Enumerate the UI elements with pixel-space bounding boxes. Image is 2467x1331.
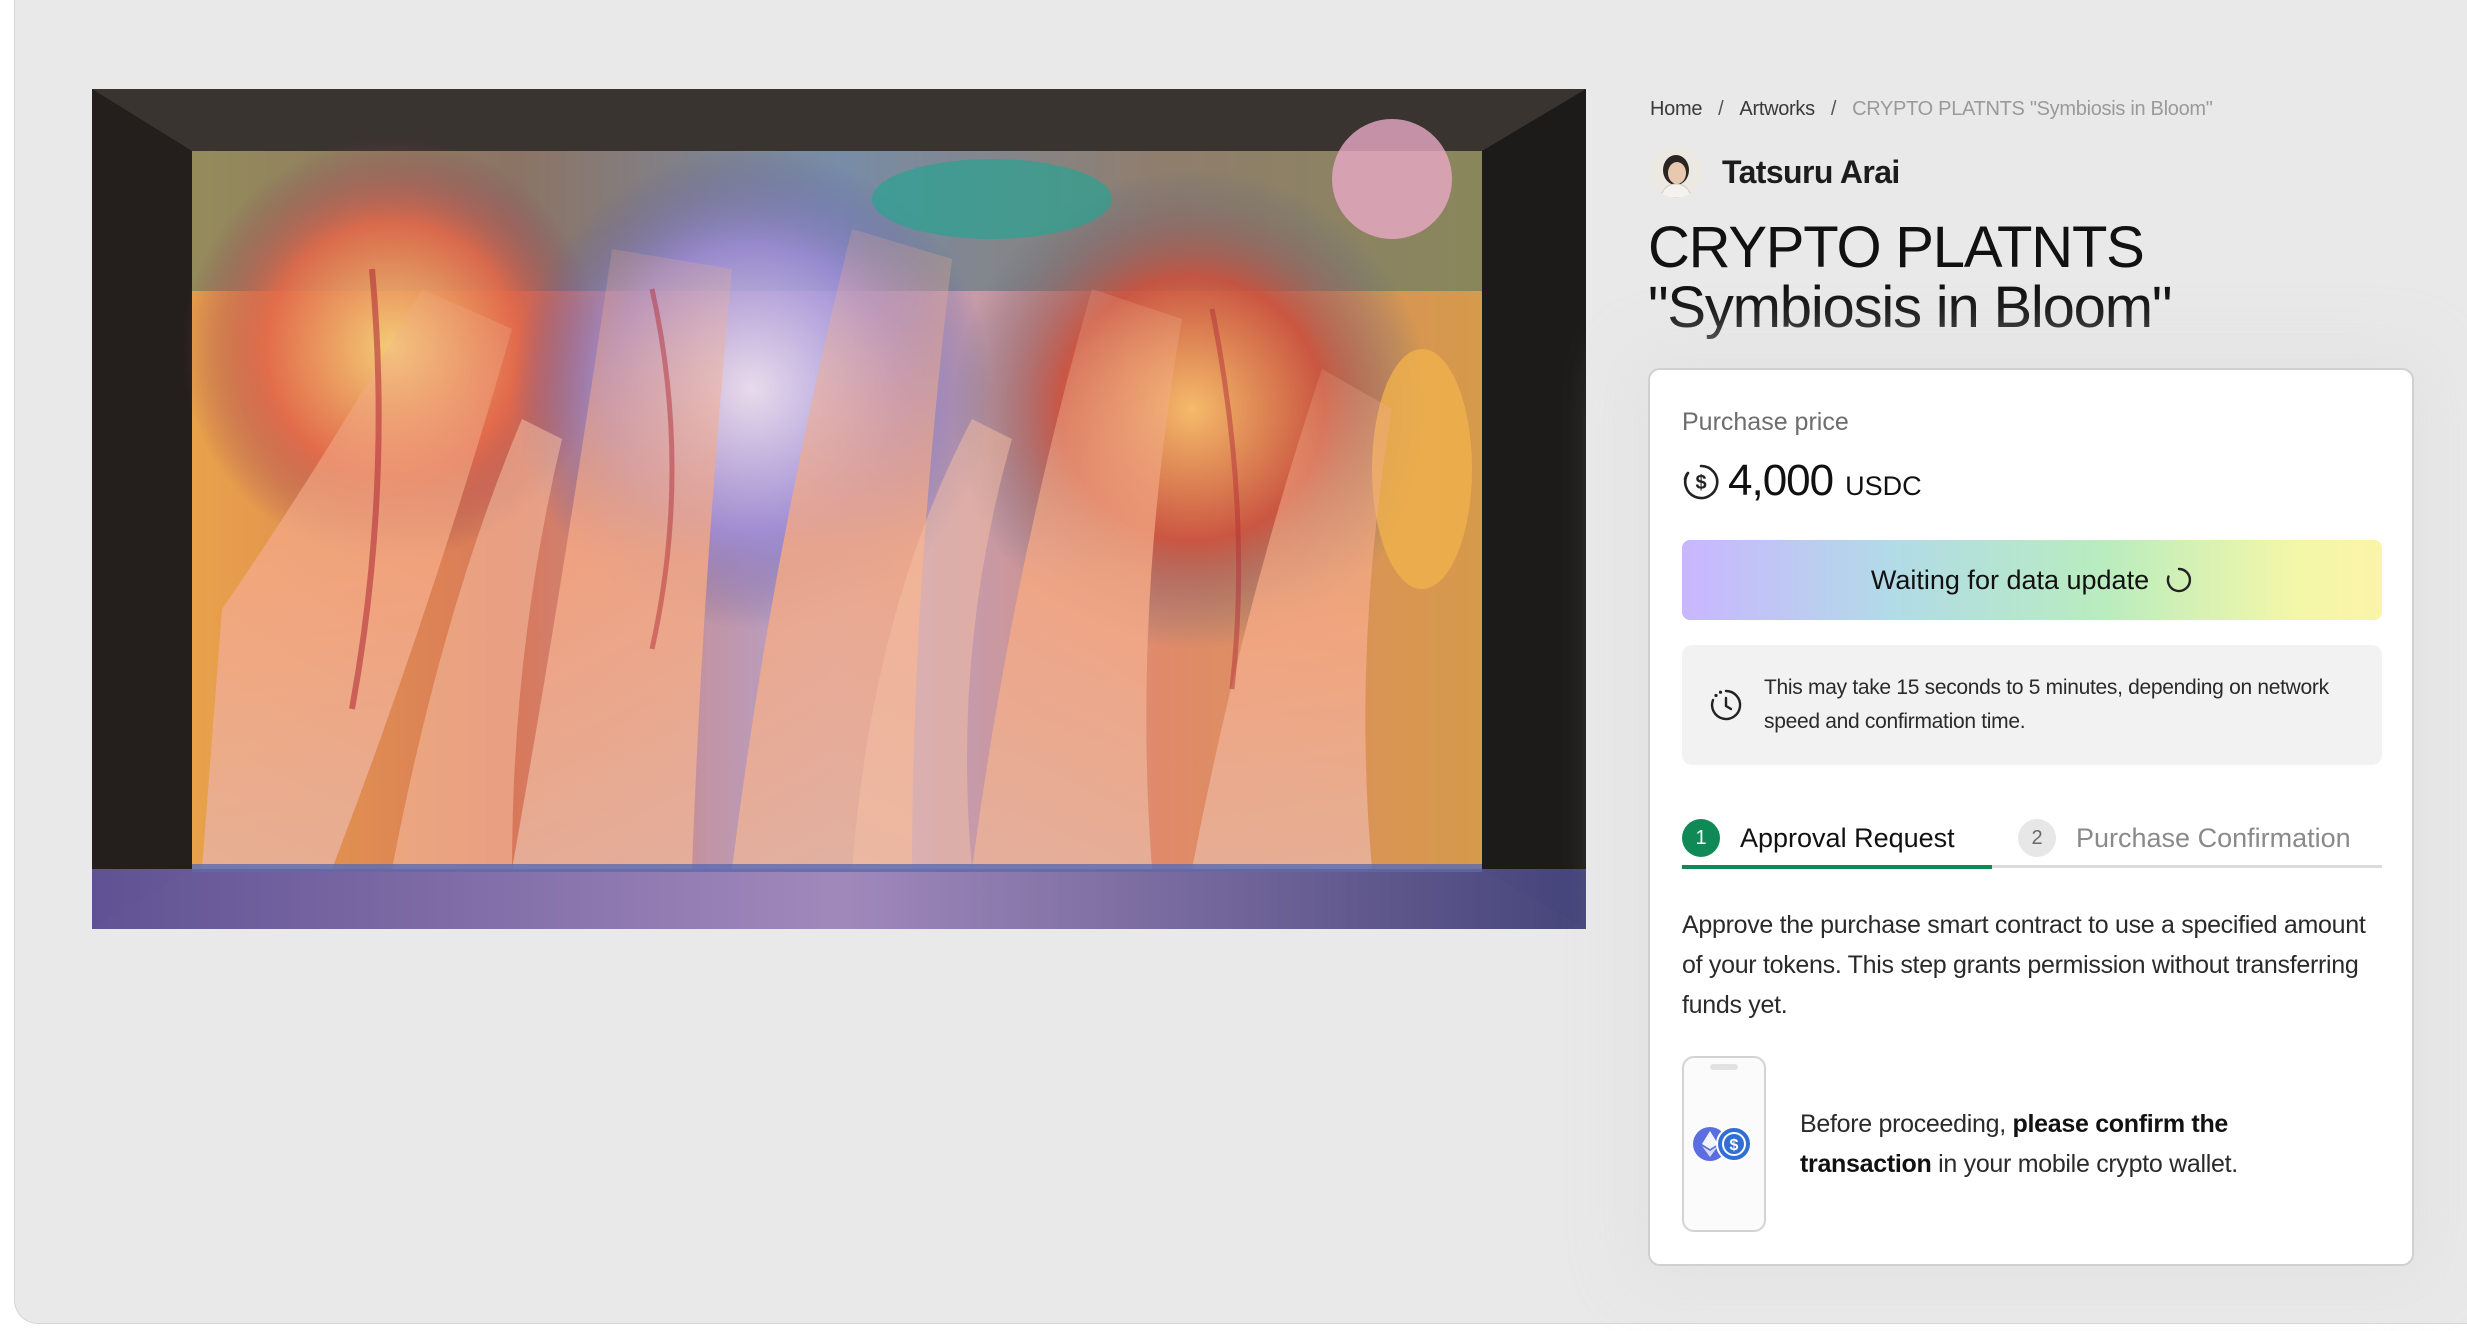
step-approval-request[interactable]: 1 Approval Request [1682, 810, 1992, 866]
breadcrumb-separator: / [1718, 98, 1724, 120]
phone-notch [1710, 1064, 1738, 1070]
waiting-status-button[interactable]: Waiting for data update [1682, 540, 2382, 620]
step-description: Approve the purchase smart contract to u… [1682, 911, 2366, 1019]
dollar-coin-icon: $ [1683, 464, 1719, 500]
artwork-title-line-2: "Symbiosis in Bloom" [1648, 275, 2172, 340]
purchase-price-label: Purchase price [1682, 408, 1849, 436]
artist-info[interactable]: Tatsuru Arai [1650, 145, 1900, 199]
svg-text:$: $ [1730, 1137, 1739, 1154]
artist-name[interactable]: Tatsuru Arai [1722, 154, 1900, 191]
purchase-card: Purchase price $ 4,000 USDC Waiting for … [1648, 368, 2414, 1266]
step-label: Purchase Confirmation [2076, 822, 2351, 853]
purchase-price: $ 4,000 USDC [1682, 456, 1922, 506]
loading-spinner-icon [2166, 567, 2192, 593]
breadcrumb-artworks-link[interactable]: Artworks [1739, 98, 1815, 120]
confirm-text-suffix: in your mobile crypto wallet. [1931, 1150, 2238, 1178]
breadcrumb-home-link[interactable]: Home [1650, 98, 1702, 120]
breadcrumb-separator: / [1830, 98, 1837, 120]
duration-notice-text: This may take 15 seconds to 5 minutes, d… [1764, 676, 2329, 733]
artist-avatar [1650, 146, 1702, 198]
step-purchase-confirmation[interactable]: 2 Purchase Confirmation [2018, 810, 2382, 866]
price-value: 4,000 [1728, 456, 1834, 505]
svg-text:$: $ [1695, 472, 1706, 494]
artwork-title-line-1: CRYPTO PLATNTS [1648, 215, 2145, 280]
confirm-text-prefix: Before proceeding, [1800, 1110, 2013, 1138]
usdc-icon: $ [1716, 1126, 1752, 1162]
breadcrumb: Home / Artworks / CRYPTO PLATNTS "Symbiosis … [1650, 98, 2213, 121]
clock-icon [1710, 689, 1742, 721]
status-label: Waiting for data update [1870, 564, 2150, 595]
price-currency: USDC [1845, 471, 1922, 501]
wallet-confirm-instruction: Before proceeding, please confirm the tr… [1800, 1104, 2360, 1184]
mobile-wallet-illustration: $ [1682, 1056, 1766, 1232]
step-label: Approval Request [1740, 822, 1955, 853]
step-number: 2 [2018, 819, 2056, 857]
artwork-title: CRYPTO PLATNTS "Symbiosis in Bloom" [1648, 218, 2408, 338]
steps-progress-indicator [1682, 865, 1992, 869]
artwork-image [92, 89, 1586, 929]
purchase-steps: 1 Approval Request 2 Purchase Confirmati… [1682, 810, 2382, 872]
duration-notice: This may take 15 seconds to 5 minutes, d… [1682, 645, 2382, 765]
breadcrumb-current: CRYPTO PLATNTS "Symbiosis in Bloom" [1852, 98, 2213, 120]
wallet-token-icons: $ [1693, 1126, 1752, 1162]
step-number: 1 [1682, 819, 1720, 857]
